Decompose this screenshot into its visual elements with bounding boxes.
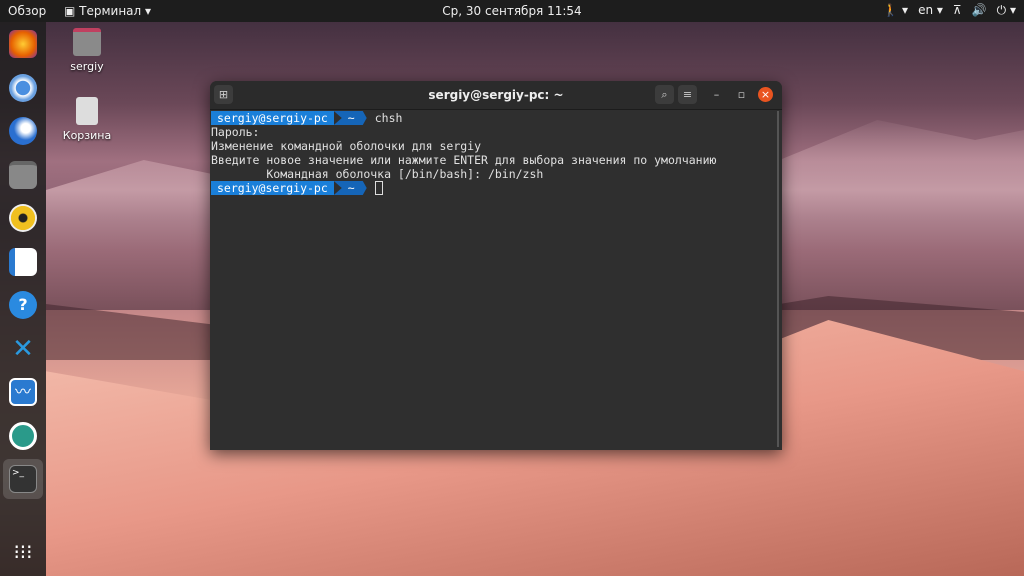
prompt-dir: ~ bbox=[333, 181, 367, 195]
files-icon[interactable] bbox=[9, 161, 37, 189]
terminal-window: ⊞ sergiy@sergiy-pc: ~ ⌕ ≡ – ▫ × sergiy@s… bbox=[210, 81, 782, 450]
accessibility-icon[interactable]: 🚶 ▾ bbox=[883, 3, 908, 18]
writer-icon[interactable] bbox=[9, 248, 37, 276]
terminal-dock-icon[interactable]: >_ bbox=[9, 465, 37, 493]
output-line: Пароль: bbox=[211, 125, 260, 139]
prompt-user: sergiy@sergiy-pc bbox=[211, 111, 334, 125]
minimize-button[interactable]: – bbox=[707, 85, 726, 104]
power-icon[interactable]: ⏻ ▾ bbox=[997, 3, 1016, 18]
prompt-line: sergiy@sergiy-pc ~ chsh bbox=[211, 111, 782, 125]
trash-icon bbox=[76, 97, 98, 125]
maximize-button[interactable]: ▫ bbox=[732, 85, 751, 104]
search-button[interactable]: ⌕ bbox=[655, 85, 674, 104]
network-icon[interactable]: ⊼ bbox=[953, 3, 962, 18]
terminal-output[interactable]: sergiy@sergiy-pc ~ chsh Пароль: Изменение… bbox=[210, 110, 782, 449]
menu-button[interactable]: ≡ bbox=[678, 85, 697, 104]
volume-icon[interactable]: 🔊 bbox=[972, 3, 987, 18]
command: chsh bbox=[374, 111, 403, 125]
language-menu[interactable]: en ▾ bbox=[918, 3, 943, 18]
window-header: ⊞ sergiy@sergiy-pc: ~ ⌕ ≡ – ▫ × bbox=[210, 81, 782, 110]
help-icon[interactable]: ? bbox=[9, 291, 37, 319]
window-title: sergiy@sergiy-pc: ~ bbox=[428, 88, 564, 102]
system-monitor-icon[interactable]: 〰 bbox=[9, 378, 37, 406]
prompt-dir: ~ bbox=[333, 111, 367, 125]
output-line: Командная оболочка [/bin/bash]: /bin/zsh bbox=[211, 167, 544, 181]
prompt-line: sergiy@sergiy-pc ~ bbox=[211, 181, 782, 195]
prompt-user: sergiy@sergiy-pc bbox=[211, 181, 334, 195]
show-apps-icon[interactable]: ⁝⁝⁝ bbox=[9, 538, 37, 566]
home-folder-label: sergiy bbox=[70, 60, 104, 73]
home-folder-icon bbox=[73, 28, 101, 56]
thunderbird-icon[interactable] bbox=[9, 117, 37, 145]
new-tab-button[interactable]: ⊞ bbox=[214, 85, 233, 104]
output-line: Введите новое значение или нажмите ENTER… bbox=[211, 153, 717, 167]
scrollbar[interactable] bbox=[777, 111, 779, 447]
desktop-home-folder[interactable]: sergiy bbox=[57, 28, 117, 73]
chromium-icon[interactable] bbox=[9, 74, 37, 102]
rhythmbox-icon[interactable] bbox=[9, 204, 37, 232]
dock: ? ✕ 〰 >_ ⁝⁝⁝ bbox=[0, 22, 46, 576]
vscode-icon[interactable]: ✕ bbox=[9, 335, 37, 363]
cursor bbox=[374, 181, 383, 195]
remmina-icon[interactable] bbox=[9, 422, 37, 450]
output-line: Изменение командной оболочки для sergiy bbox=[211, 139, 482, 153]
clock[interactable]: Ср, 30 сентября 11:54 bbox=[0, 4, 1024, 18]
top-bar: Обзор ▣ Терминал ▾ Ср, 30 сентября 11:54… bbox=[0, 0, 1024, 22]
firefox-icon[interactable] bbox=[9, 30, 37, 58]
desktop-trash[interactable]: Корзина bbox=[57, 97, 117, 142]
close-button[interactable]: × bbox=[758, 87, 773, 102]
trash-label: Корзина bbox=[62, 129, 112, 142]
